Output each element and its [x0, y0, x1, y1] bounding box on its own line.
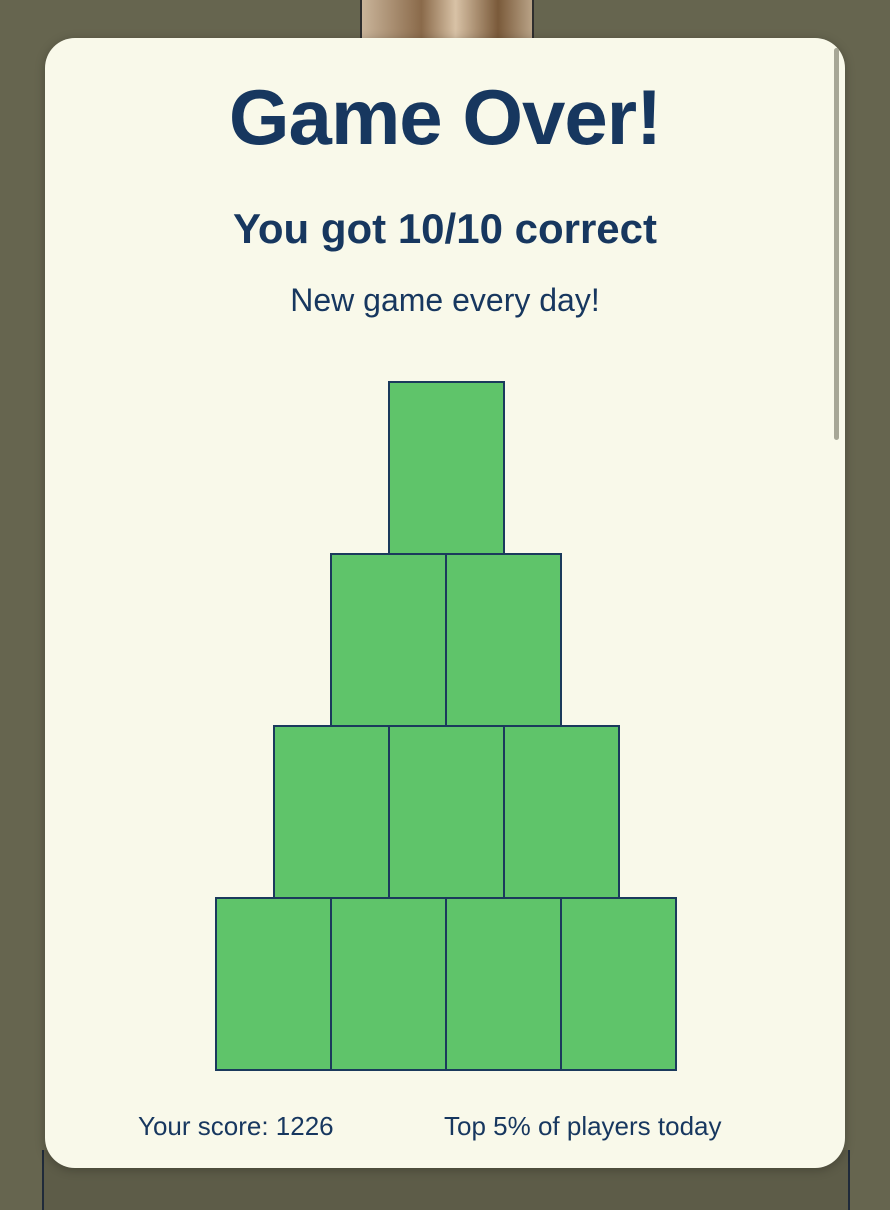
- result-tile: [330, 553, 447, 727]
- results-pyramid: [45, 38, 845, 1168]
- result-tile: [560, 897, 677, 1071]
- result-tile: [387, 381, 505, 555]
- background-thumbnail: [360, 0, 534, 40]
- result-tile: [330, 897, 447, 1071]
- score-text: Your score: 1226: [138, 1111, 334, 1141]
- result-tile: [272, 725, 390, 899]
- result-tile: [445, 897, 562, 1071]
- result-tile: [502, 725, 620, 899]
- rank-text: Top 5% of players today: [444, 1111, 722, 1141]
- result-tile: [387, 725, 505, 899]
- game-over-dialog: Game Over! You got 10/10 correct New gam…: [45, 38, 845, 1168]
- result-tile: [445, 553, 562, 727]
- result-tile: [215, 897, 332, 1071]
